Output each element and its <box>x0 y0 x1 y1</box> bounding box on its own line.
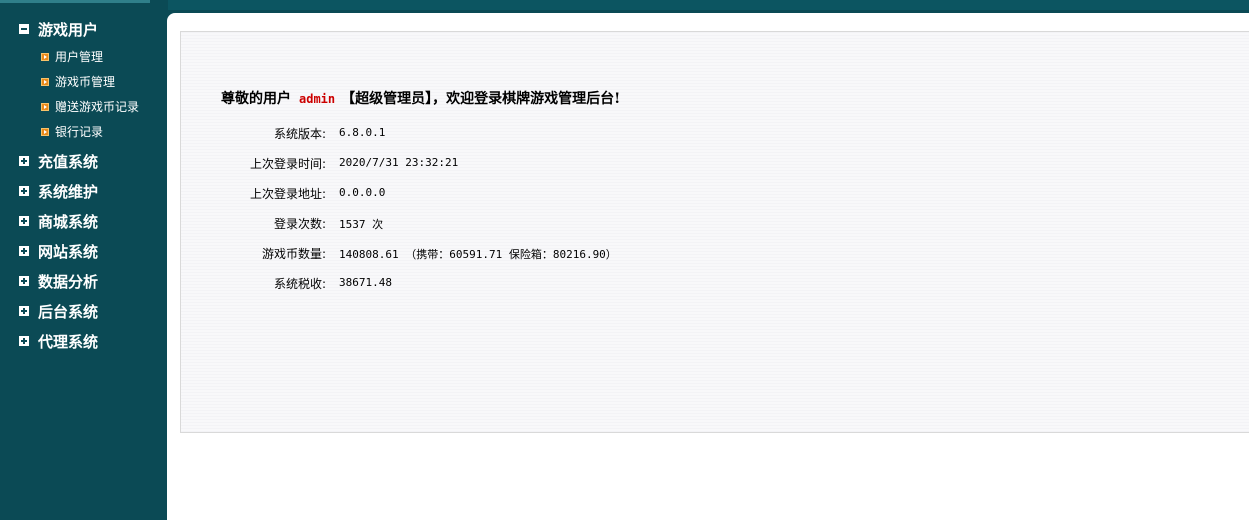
menu-group-header-recharge[interactable]: 充值系统 <box>0 146 167 176</box>
menu-item-bank-records[interactable]: 银行记录 <box>0 119 167 144</box>
menu-group-header-analytics[interactable]: 数据分析 <box>0 266 167 296</box>
expand-icon <box>19 216 29 226</box>
info-row-coin-amount: 游戏币数量: 140808.61 （携带：60591.71 保险箱：80216.… <box>221 245 617 275</box>
sidebar-menu: 游戏用户 用户管理 游戏币管理 赠送游戏币记录 银行记录 充值系统 系统维护 商… <box>0 14 167 356</box>
top-bar <box>0 0 1249 14</box>
top-bar-strip <box>168 0 1249 10</box>
menu-item-label: 银行记录 <box>55 125 104 139</box>
menu-group-website: 网站系统 <box>0 236 167 266</box>
expand-icon <box>19 306 29 316</box>
menu-group-header-mall[interactable]: 商城系统 <box>0 206 167 236</box>
menu-group-header-backend[interactable]: 后台系统 <box>0 296 167 326</box>
info-value: 38671.48 <box>339 276 392 289</box>
menu-group-recharge: 充值系统 <box>0 146 167 176</box>
menu-group-backend: 后台系统 <box>0 296 167 326</box>
menu-group-game-users: 游戏用户 用户管理 游戏币管理 赠送游戏币记录 银行记录 <box>0 14 167 146</box>
menu-item-user-management[interactable]: 用户管理 <box>0 44 167 69</box>
expand-icon <box>19 156 29 166</box>
menu-group-label: 代理系统 <box>38 332 99 351</box>
info-value: 0.0.0.0 <box>339 186 386 199</box>
info-row-version: 系统版本: 6.8.0.1 <box>221 125 617 155</box>
menu-group-analytics: 数据分析 <box>0 266 167 296</box>
arrow-bullet-icon <box>41 77 49 86</box>
username: admin <box>299 92 336 106</box>
arrow-bullet-icon <box>41 52 49 61</box>
welcome-message: 尊敬的用户 admin 【超级管理员】，欢迎登录棋牌游戏管理后台! <box>221 88 620 108</box>
sidebar: 游戏用户 用户管理 游戏币管理 赠送游戏币记录 银行记录 充值系统 系统维护 商… <box>0 14 167 520</box>
info-label: 上次登录时间: <box>249 157 326 171</box>
menu-item-label: 赠送游戏币记录 <box>55 100 140 114</box>
welcome-suffix: 【超级管理员】，欢迎登录棋牌游戏管理后台! <box>341 91 621 107</box>
info-row-last-login-time: 上次登录时间: 2020/7/31 23:32:21 <box>221 155 617 185</box>
info-label: 登录次数: <box>273 217 326 231</box>
info-label: 系统版本: <box>273 127 326 141</box>
info-value: 140808.61 （携带：60591.71 保险箱：80216.90） <box>339 248 617 261</box>
expand-icon <box>19 336 29 346</box>
menu-group-maintenance: 系统维护 <box>0 176 167 206</box>
menu-group-header-agent[interactable]: 代理系统 <box>0 326 167 356</box>
menu-group-label: 后台系统 <box>38 302 99 321</box>
submenu-game-users: 用户管理 游戏币管理 赠送游戏币记录 银行记录 <box>0 44 167 146</box>
arrow-bullet-icon <box>41 102 49 111</box>
info-label: 上次登录地址: <box>249 187 326 201</box>
menu-item-coin-management[interactable]: 游戏币管理 <box>0 69 167 94</box>
expand-icon <box>19 246 29 256</box>
menu-group-header-maintenance[interactable]: 系统维护 <box>0 176 167 206</box>
welcome-prefix: 尊敬的用户 <box>221 91 291 107</box>
menu-item-label: 游戏币管理 <box>55 75 116 89</box>
info-row-login-count: 登录次数: 1537 次 <box>221 215 617 245</box>
menu-group-label: 数据分析 <box>38 272 99 291</box>
menu-group-label: 网站系统 <box>38 242 99 261</box>
expand-icon <box>19 186 29 196</box>
info-row-last-login-address: 上次登录地址: 0.0.0.0 <box>221 185 617 215</box>
welcome-panel: 尊敬的用户 admin 【超级管理员】，欢迎登录棋牌游戏管理后台! 系统版本: 6.… <box>180 31 1249 433</box>
info-value: 2020/7/31 23:32:21 <box>339 156 459 169</box>
collapse-icon <box>19 24 29 34</box>
info-label: 游戏币数量: <box>261 247 326 261</box>
info-value: 1537 次 <box>339 218 384 231</box>
menu-group-label: 商城系统 <box>38 212 99 231</box>
menu-group-label: 充值系统 <box>38 152 99 171</box>
menu-item-coin-gift-records[interactable]: 赠送游戏币记录 <box>0 94 167 119</box>
menu-group-agent: 代理系统 <box>0 326 167 356</box>
menu-group-header-website[interactable]: 网站系统 <box>0 236 167 266</box>
top-bar-accent <box>0 0 150 3</box>
info-label: 系统税收: <box>273 277 326 291</box>
info-value: 6.8.0.1 <box>339 126 386 139</box>
menu-item-label: 用户管理 <box>55 50 104 64</box>
menu-group-label: 游戏用户 <box>38 20 99 39</box>
expand-icon <box>19 276 29 286</box>
menu-group-header-game-users[interactable]: 游戏用户 <box>0 14 167 44</box>
arrow-bullet-icon <box>41 127 49 136</box>
menu-group-label: 系统维护 <box>38 182 99 201</box>
system-info: 系统版本: 6.8.0.1 上次登录时间: 2020/7/31 23:32:21… <box>221 125 617 305</box>
menu-group-mall: 商城系统 <box>0 206 167 236</box>
main-content: 尊敬的用户 admin 【超级管理员】，欢迎登录棋牌游戏管理后台! 系统版本: 6.… <box>167 13 1249 520</box>
info-row-system-tax: 系统税收: 38671.48 <box>221 275 617 305</box>
